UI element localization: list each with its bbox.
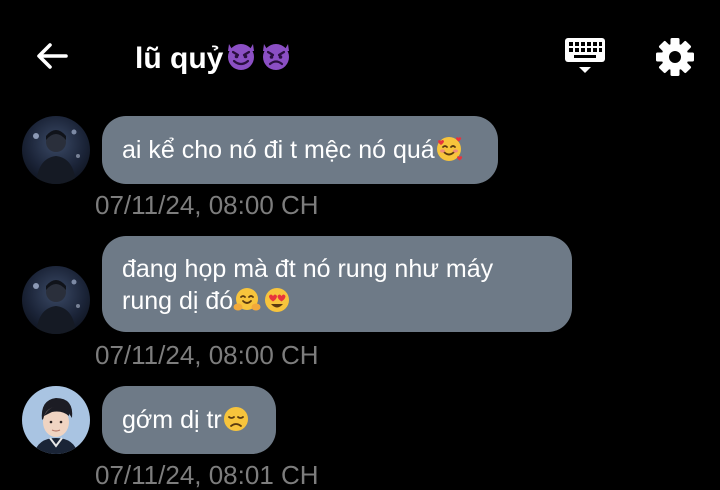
angry-devil-emoji-icon [263,44,290,70]
sender-avatar[interactable] [22,266,90,334]
conversation-title[interactable]: lũ quỷ [135,38,293,77]
keyboard-icon [565,38,605,73]
heart-eyes-emoji-icon [265,288,290,312]
message-row: ai kể cho nó đi t mệc nó quá 07/11/24, 0… [0,112,720,224]
message-text: gớm dị tr [122,406,222,434]
message-row: đang họp mà đt nó rung như máy rung dị đ… [0,236,720,372]
top-app-bar: lũ quỷ [0,0,720,112]
smiling-devil-emoji-icon [228,44,255,70]
message-text: ai kể cho nó đi t mệc nó quá [122,136,435,164]
message-text-line-2-text: rung dị đó [122,287,234,315]
message-bubble[interactable]: ai kể cho nó đi t mệc nó quá [102,116,498,184]
sender-avatar[interactable] [22,386,90,454]
gear-icon [656,38,694,76]
avatar-photo [22,266,90,334]
message-timestamp: 07/11/24, 08:01 CH [95,460,319,490]
avatar-photo [22,386,90,454]
message-text-line-1: đang họp mà đt nó rung như máy [122,255,494,283]
hugging-face-emoji-icon [233,288,261,311]
title-text: lũ quỷ [135,42,224,75]
smiling-face-with-hearts-emoji-icon [436,137,462,161]
settings-button[interactable] [652,34,698,80]
arrow-left-icon [37,43,68,69]
back-button[interactable] [32,36,72,76]
message-timestamp: 07/11/24, 08:00 CH [95,340,319,370]
sender-avatar[interactable] [22,116,90,184]
keyboard-button[interactable] [562,34,608,78]
disappointed-face-emoji-icon [223,407,248,431]
message-bubble[interactable]: gớm dị tr [102,386,276,454]
avatar-photo [22,116,90,184]
message-bubble[interactable]: đang họp mà đt nó rung như máy rung dị đ… [102,236,572,332]
message-timestamp: 07/11/24, 08:00 CH [95,190,319,220]
message-row: gớm dị tr 07/11/24, 08:01 CH [0,384,720,490]
message-text-line-2: rung dị đó [122,285,552,317]
